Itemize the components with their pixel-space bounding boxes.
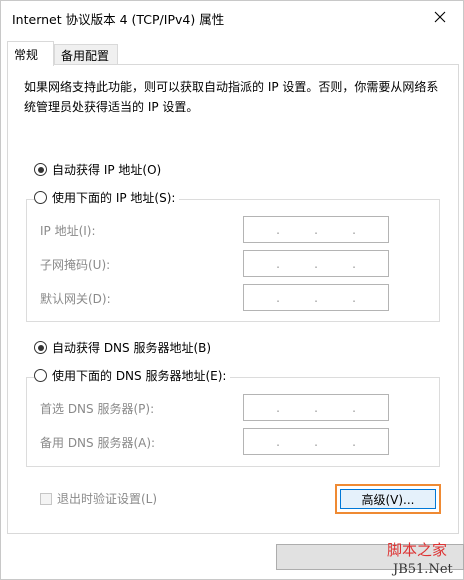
watermark-text: 脚本之家 bbox=[387, 541, 448, 559]
subnet-mask-label: 子网掩码(U): bbox=[40, 258, 111, 272]
advanced-button-highlight: 高级(V)... bbox=[335, 484, 441, 514]
auto-dns-option[interactable]: 自动获得 DNS 服务器地址(B) bbox=[34, 339, 216, 356]
watermark-subtext: JB51.Net bbox=[393, 562, 453, 577]
manual-ip-option[interactable]: 使用下面的 IP 地址(S): bbox=[34, 189, 180, 206]
auto-dns-label: 自动获得 DNS 服务器地址(B) bbox=[52, 341, 212, 355]
manual-ip-radio[interactable] bbox=[34, 191, 47, 204]
auto-ip-option[interactable]: 自动获得 IP 地址(O) bbox=[34, 161, 166, 178]
default-gateway-input[interactable]: ... bbox=[243, 284, 389, 311]
window-title: Internet 协议版本 4 (TCP/IPv4) 属性 bbox=[12, 12, 225, 27]
auto-ip-radio[interactable] bbox=[34, 163, 47, 176]
general-panel: 如果网络支持此功能，则可以获取自动指派的 IP 设置。否则，你需要从网络系统管理… bbox=[7, 64, 459, 534]
validate-on-exit-checkbox[interactable] bbox=[40, 492, 52, 505]
manual-dns-label: 使用下面的 DNS 服务器地址(E): bbox=[52, 369, 227, 383]
tab-alternate-config[interactable]: 备用配置 bbox=[54, 44, 118, 64]
default-gateway-label: 默认网关(D): bbox=[40, 292, 111, 306]
title-bar: Internet 协议版本 4 (TCP/IPv4) 属性 bbox=[1, 1, 463, 33]
preferred-dns-label: 首选 DNS 服务器(P): bbox=[40, 402, 155, 416]
manual-dns-option[interactable]: 使用下面的 DNS 服务器地址(E): bbox=[34, 367, 231, 384]
advanced-button[interactable]: 高级(V)... bbox=[340, 489, 436, 509]
close-icon bbox=[434, 11, 446, 23]
ip-address-input[interactable]: ... bbox=[243, 216, 389, 243]
auto-dns-radio[interactable] bbox=[34, 341, 47, 354]
dialog-window: Internet 协议版本 4 (TCP/IPv4) 属性 常规 备用配置 如果… bbox=[0, 0, 464, 580]
validate-on-exit-label: 退出时验证设置(L) bbox=[57, 492, 158, 506]
description-text: 如果网络支持此功能，则可以获取自动指派的 IP 设置。否则，你需要从网络系统管理… bbox=[24, 80, 439, 114]
tab-general[interactable]: 常规 bbox=[7, 41, 54, 66]
subnet-mask-input[interactable]: ... bbox=[243, 250, 389, 277]
validate-on-exit-option[interactable]: 退出时验证设置(L) bbox=[40, 490, 157, 507]
auto-ip-label: 自动获得 IP 地址(O) bbox=[52, 163, 162, 177]
preferred-dns-input[interactable]: ... bbox=[243, 394, 389, 421]
alternate-dns-input[interactable]: ... bbox=[243, 428, 389, 455]
ip-address-label: IP 地址(I): bbox=[40, 224, 96, 238]
manual-dns-radio[interactable] bbox=[34, 369, 47, 382]
manual-ip-label: 使用下面的 IP 地址(S): bbox=[52, 191, 176, 205]
alternate-dns-label: 备用 DNS 服务器(A): bbox=[40, 436, 156, 450]
close-button[interactable] bbox=[417, 1, 463, 33]
